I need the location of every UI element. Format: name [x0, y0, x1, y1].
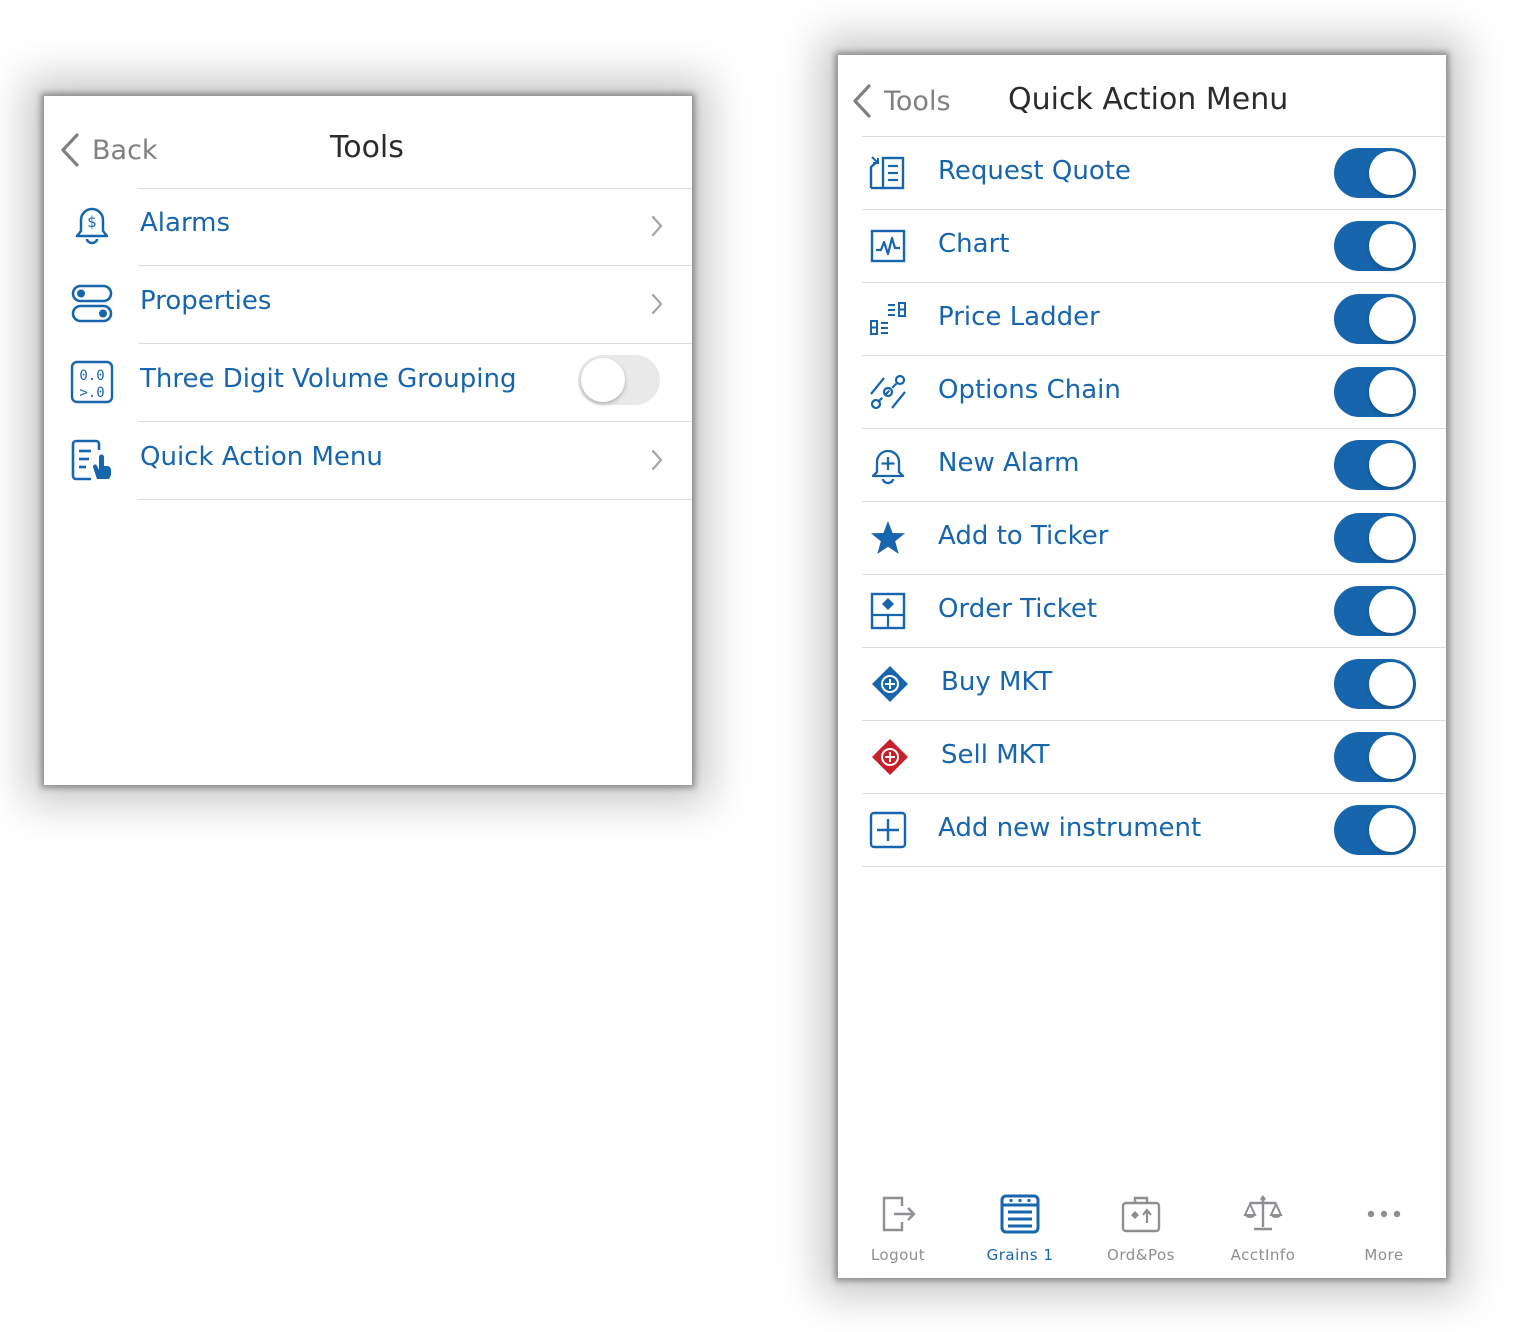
- qa-item-order-ticket: Order Ticket: [838, 575, 1446, 648]
- tools-item-label: Three Digit Volume Grouping: [140, 364, 517, 394]
- sell-mkt-toggle[interactable]: [1334, 732, 1416, 782]
- toggle-knob: [1369, 224, 1413, 268]
- qa-item-request-quote: Request Quote: [838, 137, 1446, 210]
- qa-item-price-ladder: Price Ladder: [838, 283, 1446, 356]
- volume-grouping-toggle[interactable]: [578, 355, 660, 405]
- tools-item-label: Properties: [140, 286, 272, 316]
- price-ladder-toggle[interactable]: [1334, 294, 1416, 344]
- chevron-right-icon: [651, 449, 663, 471]
- svg-text:$: $: [87, 213, 97, 231]
- toggle-knob: [1369, 370, 1413, 414]
- quick-action-screen: Tools Quick Action Menu Request Quote Ch…: [838, 55, 1446, 1278]
- new-alarm-toggle[interactable]: [1334, 440, 1416, 490]
- more-dots-icon: [1324, 1190, 1444, 1238]
- back-button[interactable]: Back: [60, 132, 158, 168]
- tools-item-alarms[interactable]: $ Alarms: [44, 188, 692, 265]
- add-to-ticker-toggle[interactable]: [1334, 513, 1416, 563]
- buy-diamond-icon: [870, 664, 910, 704]
- qa-item-label: Add to Ticker: [938, 521, 1109, 551]
- qa-item-label: Options Chain: [938, 375, 1121, 405]
- star-icon: [868, 518, 908, 558]
- back-label: Back: [92, 134, 158, 166]
- order-ticket-toggle[interactable]: [1334, 586, 1416, 636]
- toggle-knob: [1369, 297, 1413, 341]
- options-chain-toggle[interactable]: [1334, 367, 1416, 417]
- buy-mkt-toggle[interactable]: [1334, 659, 1416, 709]
- toggle-knob: [1369, 589, 1413, 633]
- request-quote-toggle[interactable]: [1334, 148, 1416, 198]
- qa-item-label: Request Quote: [938, 156, 1131, 186]
- tools-item-properties[interactable]: Properties: [44, 266, 692, 343]
- request-quote-icon: [868, 153, 908, 193]
- scales-icon: [1203, 1190, 1323, 1238]
- order-ticket-icon: [868, 591, 908, 631]
- tools-item-label: Quick Action Menu: [140, 442, 383, 472]
- logout-icon: [838, 1190, 958, 1238]
- digit-grouping-icon: 0.0 >.0: [68, 358, 116, 406]
- tools-screen: Back Tools $ Alarms Properties 0.0 >.0 T…: [44, 96, 692, 785]
- chevron-right-icon: [651, 215, 663, 237]
- qa-item-chart: Chart: [838, 210, 1446, 283]
- toggle-knob: [1369, 808, 1413, 852]
- grid-board-icon: [960, 1190, 1080, 1238]
- toggle-knob: [1369, 662, 1413, 706]
- chevron-right-icon: [651, 293, 663, 315]
- qa-item-add-new-instrument: Add new instrument: [838, 794, 1446, 867]
- page-title: Quick Action Menu: [1008, 82, 1289, 117]
- options-chain-icon: [868, 372, 908, 412]
- tools-item-quick-action-menu[interactable]: Quick Action Menu: [44, 422, 692, 499]
- tab-label: Logout: [870, 1246, 926, 1264]
- tools-item-volume-grouping: 0.0 >.0 Three Digit Volume Grouping: [44, 344, 692, 421]
- toggle-knob: [1369, 443, 1413, 487]
- qa-item-add-to-ticker: Add to Ticker: [838, 502, 1446, 575]
- svg-text:0.0: 0.0: [79, 368, 104, 384]
- svg-text:>.0: >.0: [79, 385, 104, 401]
- chevron-left-icon: [853, 84, 871, 118]
- divider: [138, 499, 692, 500]
- toggle-knob: [1369, 516, 1413, 560]
- qa-item-label: Sell MKT: [941, 740, 1050, 770]
- tools-back-button[interactable]: Tools: [852, 83, 951, 119]
- back-label: Tools: [884, 85, 951, 117]
- qa-item-options-chain: Options Chain: [838, 356, 1446, 429]
- add-new-instrument-toggle[interactable]: [1334, 805, 1416, 855]
- qa-item-new-alarm: New Alarm: [838, 429, 1446, 502]
- toggle-knob: [581, 358, 625, 402]
- qa-item-sell-mkt: Sell MKT: [838, 721, 1446, 794]
- qa-item-label: Order Ticket: [938, 594, 1098, 624]
- tab-grains-1[interactable]: Grains 1: [960, 1170, 1080, 1264]
- tab-label: More: [1364, 1246, 1404, 1264]
- plus-square-icon: [868, 810, 908, 850]
- toggles-icon: [68, 280, 116, 328]
- tab-logout[interactable]: Logout: [838, 1170, 958, 1264]
- qa-item-label: New Alarm: [938, 448, 1080, 478]
- chevron-left-icon: [61, 133, 79, 167]
- toggle-knob: [1369, 735, 1413, 779]
- briefcase-icon: [1081, 1190, 1201, 1238]
- new-alarm-icon: [868, 445, 908, 485]
- sell-diamond-icon: [870, 737, 910, 777]
- qa-item-label: Add new instrument: [938, 813, 1202, 843]
- tab-bar: Logout Grains 1 Ord&Pos AcctInfo More: [838, 1170, 1446, 1278]
- tab-ord-pos[interactable]: Ord&Pos: [1081, 1170, 1201, 1264]
- tools-item-label: Alarms: [140, 208, 231, 238]
- chart-icon: [868, 226, 908, 266]
- tab-acctinfo[interactable]: AcctInfo: [1203, 1170, 1323, 1264]
- chart-toggle[interactable]: [1334, 221, 1416, 271]
- dollar-bell-icon: $: [68, 200, 116, 248]
- qa-item-label: Chart: [938, 229, 1010, 259]
- toggle-knob: [1369, 151, 1413, 195]
- qa-item-label: Price Ladder: [938, 302, 1100, 332]
- tab-label: Ord&Pos: [1107, 1246, 1175, 1264]
- divider: [862, 866, 1446, 867]
- qa-item-label: Buy MKT: [941, 667, 1053, 697]
- tab-label: Grains 1: [986, 1246, 1054, 1264]
- tab-more[interactable]: More: [1324, 1170, 1444, 1264]
- qa-item-buy-mkt: Buy MKT: [838, 648, 1446, 721]
- tab-label: AcctInfo: [1230, 1246, 1296, 1264]
- price-ladder-icon: [868, 299, 908, 339]
- page-title: Tools: [330, 130, 404, 165]
- quick-action-icon: [68, 436, 116, 484]
